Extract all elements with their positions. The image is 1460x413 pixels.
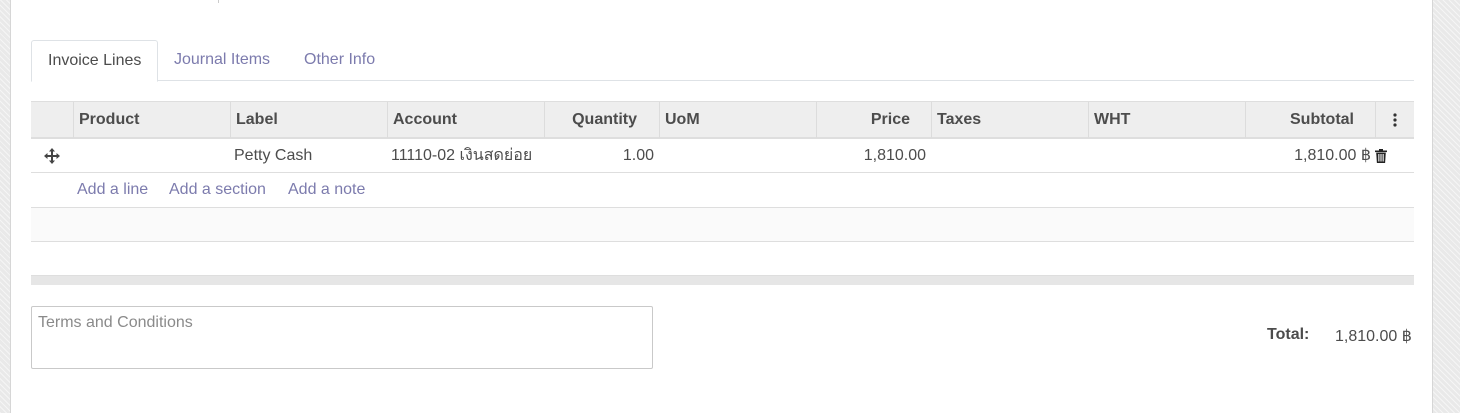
cell-wht[interactable] xyxy=(1088,139,1245,173)
column-header-label[interactable]: Label xyxy=(230,102,387,138)
cell-uom[interactable] xyxy=(659,139,816,173)
empty-row xyxy=(31,242,1414,276)
cell-subtotal: 1,810.00 ฿ xyxy=(1294,147,1371,164)
vertical-ellipsis-icon xyxy=(1393,113,1397,127)
row-delete-button[interactable] xyxy=(1375,139,1397,173)
cell-quantity[interactable]: 1.00 xyxy=(544,139,659,173)
handle-column-header xyxy=(31,102,73,138)
table-row[interactable]: Petty Cash 11110-02 เงินสดย่อย 1.00 1,81… xyxy=(31,139,1414,173)
cell-price[interactable]: 1,810.00 xyxy=(816,139,931,173)
column-header-account[interactable]: Account xyxy=(387,102,544,138)
cell-label[interactable]: Petty Cash xyxy=(229,139,386,173)
top-divider xyxy=(218,0,219,3)
add-line-link[interactable]: Add a line xyxy=(77,173,148,207)
cell-taxes[interactable] xyxy=(931,139,1088,173)
total-label: Total: xyxy=(1267,326,1310,343)
notebook-tabs: Invoice Lines Journal Items Other Info xyxy=(31,40,1414,82)
empty-row xyxy=(31,208,1414,242)
terms-and-conditions-field[interactable]: Terms and Conditions xyxy=(31,306,653,369)
tab-other-info[interactable]: Other Info xyxy=(288,40,391,81)
column-header-subtotal[interactable]: Subtotal xyxy=(1245,102,1375,138)
total-amount: 1,810.00 ฿ xyxy=(1335,328,1412,345)
tab-invoice-lines[interactable]: Invoice Lines xyxy=(31,40,159,82)
move-arrows-icon xyxy=(44,147,60,164)
add-note-link[interactable]: Add a note xyxy=(288,173,365,207)
column-options-button[interactable] xyxy=(1375,102,1414,138)
column-header-taxes[interactable]: Taxes xyxy=(931,102,1088,138)
cell-account[interactable]: 11110-02 เงินสดย่อย xyxy=(386,139,556,173)
table-header: Product Label Account Quantity UoM Price… xyxy=(31,101,1414,139)
form-sheet: Invoice Lines Journal Items Other Info P… xyxy=(10,0,1433,413)
trash-icon xyxy=(1375,148,1387,163)
tab-journal-items[interactable]: Journal Items xyxy=(158,40,286,81)
add-links-row: Add a line Add a section Add a note xyxy=(31,173,1414,208)
column-header-price[interactable]: Price xyxy=(816,102,931,138)
column-header-quantity[interactable]: Quantity xyxy=(544,102,659,138)
cell-product[interactable] xyxy=(73,139,230,173)
horizontal-scrollbar[interactable] xyxy=(31,276,1414,285)
invoice-lines-table: Product Label Account Quantity UoM Price… xyxy=(31,101,1414,285)
column-header-product[interactable]: Product xyxy=(73,102,230,138)
row-drag-handle[interactable] xyxy=(31,139,73,173)
add-section-link[interactable]: Add a section xyxy=(169,173,266,207)
column-header-wht[interactable]: WHT xyxy=(1088,102,1245,138)
column-header-uom[interactable]: UoM xyxy=(659,102,816,138)
